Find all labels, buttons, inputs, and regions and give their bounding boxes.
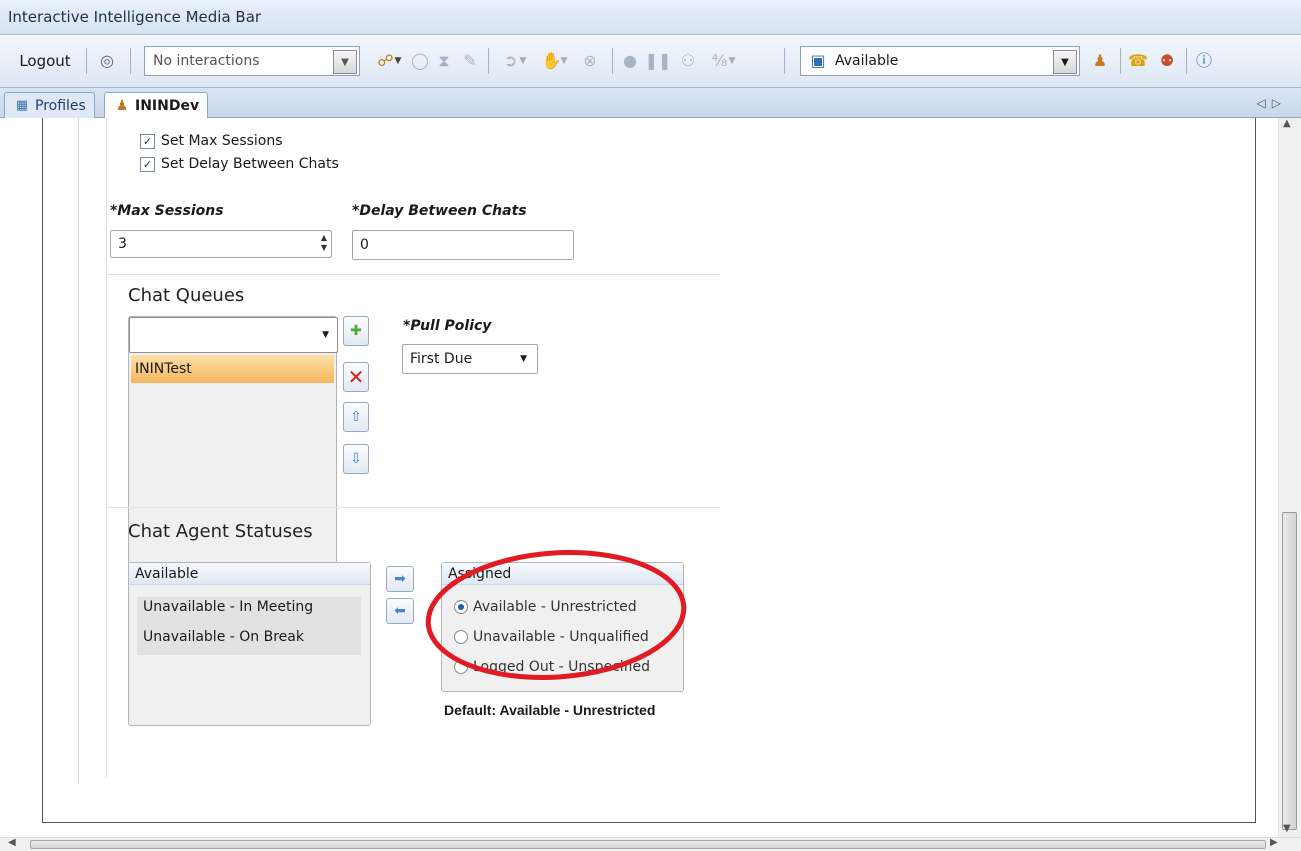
checkmark-icon: ✓	[140, 156, 155, 172]
hourglass-icon[interactable]: ⧗	[432, 46, 456, 76]
section-divider	[107, 274, 720, 275]
checkmark-icon: ✓	[140, 133, 155, 149]
chevron-down-icon[interactable]: ▼	[333, 50, 357, 74]
delete-x-icon: ✕	[347, 365, 365, 389]
agent-statuses-title: Chat Agent Statuses	[128, 521, 313, 542]
pull-policy-label: *Pull Policy	[403, 318, 492, 334]
phone-icon[interactable]: ☎	[1124, 46, 1152, 76]
toolbar-separator	[612, 48, 613, 74]
toolbar-separator	[488, 48, 489, 74]
plus-icon: ✚	[350, 323, 362, 339]
annotation-circle	[425, 550, 687, 680]
toolbar-separator	[86, 48, 87, 74]
queue-combobox[interactable]: ▼	[129, 317, 338, 353]
disconnect-icon[interactable]: ✎	[456, 46, 484, 76]
logout-button[interactable]: Logout	[10, 46, 80, 76]
record-icon[interactable]: ●	[618, 46, 642, 76]
tab-inindev[interactable]: ♟ ININDev	[104, 92, 209, 119]
max-sessions-label: *Max Sessions	[110, 203, 224, 219]
set-delay-checkbox[interactable]: ✓ Set Delay Between Chats	[140, 156, 339, 172]
pause-icon[interactable]: ❚❚	[645, 46, 672, 76]
tab-scroll-arrows[interactable]: ◁▷	[1257, 96, 1287, 110]
toolbar-separator	[1120, 48, 1121, 74]
chat-bubble-icon[interactable]: ◯	[408, 46, 432, 76]
set-max-sessions-checkbox[interactable]: ✓ Set Max Sessions	[140, 133, 283, 149]
scroll-down-icon[interactable]: ▼	[1283, 823, 1291, 834]
section-divider	[107, 507, 720, 508]
directory-icon[interactable]: ⚉	[1152, 46, 1182, 76]
scroll-thumb[interactable]	[1282, 512, 1297, 830]
checkbox-label: Set Max Sessions	[161, 133, 283, 149]
vertical-scrollbar[interactable]: ▲ ▼	[1278, 118, 1301, 837]
add-queue-button[interactable]: ✚	[343, 316, 369, 346]
title-bar: Interactive Intelligence Media Bar	[0, 0, 1301, 35]
hold-hand-icon[interactable]: ✋ ▼	[536, 46, 574, 76]
remove-queue-button[interactable]: ✕	[343, 362, 369, 392]
secure-input-icon[interactable]: ⁴⁄₈ ▼	[704, 46, 742, 76]
pull-policy-dropdown[interactable]: First Due ▼	[402, 344, 538, 374]
toolbar: Logout ◎ No interactions ▼ ☍ ▼ ◯ ⧗ ✎ ➲ ▼ ✋…	[0, 36, 1301, 88]
pull-policy-value: First Due	[410, 351, 473, 367]
scroll-thumb[interactable]	[30, 840, 1266, 849]
unassign-status-button[interactable]: ⬅	[386, 598, 414, 624]
list-item[interactable]: Unavailable - On Break	[143, 629, 304, 645]
max-sessions-spinner[interactable]: 3 ▲ ▼	[110, 230, 332, 258]
chevron-down-icon[interactable]: ▼	[322, 330, 329, 340]
tab-label: Profiles	[35, 97, 86, 114]
grid-icon: ▦	[15, 98, 29, 113]
window-title: Interactive Intelligence Media Bar	[8, 8, 262, 26]
move-up-button[interactable]: ⇧	[343, 402, 369, 432]
chat-queues-title: Chat Queues	[128, 285, 245, 306]
available-statuses-list[interactable]: Available Unavailable - In Meeting Unava…	[128, 562, 371, 726]
arrow-right-icon: ➡	[394, 571, 406, 587]
delay-value: 0	[360, 237, 369, 253]
status-value: Available	[835, 53, 899, 69]
scroll-up-icon[interactable]: ▲	[1283, 118, 1291, 129]
eye-icon[interactable]: ◎	[92, 46, 122, 76]
toolbar-separator	[784, 48, 785, 74]
chevron-down-icon[interactable]: ▼	[520, 354, 527, 364]
delay-label: *Delay Between Chats	[352, 203, 527, 219]
guide-line	[106, 118, 107, 778]
delay-input[interactable]: 0	[352, 230, 574, 260]
tab-profiles[interactable]: ▦ Profiles	[4, 92, 95, 118]
help-icon[interactable]: ⓘ	[1190, 46, 1218, 76]
tab-strip: ▦ Profiles ♟ ININDev ◁▷	[0, 88, 1301, 119]
status-available-icon: ▣	[810, 51, 826, 70]
user-status-icon[interactable]: ♟	[1086, 46, 1114, 76]
available-header: Available	[129, 563, 370, 585]
queue-list[interactable]: ▼ ININTest	[128, 316, 338, 602]
toolbar-separator	[130, 48, 131, 74]
max-sessions-value: 3	[118, 236, 127, 252]
horizontal-scrollbar[interactable]: ◀ ▶	[0, 837, 1301, 851]
default-label: Default:	[444, 702, 497, 718]
transfer-icon[interactable]: ➲ ▼	[494, 46, 534, 76]
interactions-value: No interactions	[153, 53, 260, 69]
scroll-left-icon[interactable]: ◀	[8, 837, 16, 848]
interactions-dropdown[interactable]: No interactions ▼	[144, 46, 360, 76]
default-value: Available - Unrestricted	[499, 702, 656, 718]
arrow-up-icon: ⇧	[350, 409, 362, 425]
user-icon: ♟	[115, 98, 129, 114]
profile-content: ✓ Set Max Sessions ✓ Set Delay Between C…	[0, 118, 1301, 851]
mute-icon[interactable]: ⊗	[576, 46, 604, 76]
assign-status-button[interactable]: ➡	[386, 566, 414, 592]
guide-line	[78, 118, 79, 784]
list-item[interactable]: ININTest	[131, 355, 334, 383]
conference-icon[interactable]: ⚇	[674, 46, 702, 76]
status-dropdown[interactable]: ▣ Available ▼	[800, 46, 1080, 76]
tab-label: ININDev	[135, 98, 200, 114]
spinner-arrows-icon[interactable]: ▲ ▼	[321, 233, 327, 253]
scroll-right-icon[interactable]: ▶	[1270, 837, 1278, 848]
checkbox-label: Set Delay Between Chats	[161, 156, 339, 172]
arrow-left-icon: ⬅	[394, 603, 406, 619]
move-down-button[interactable]: ⇩	[343, 444, 369, 474]
default-status: Default: Available - Unrestricted	[444, 702, 655, 718]
list-item[interactable]: Unavailable - In Meeting	[143, 599, 313, 615]
toolbar-separator	[1186, 48, 1187, 74]
chevron-down-icon[interactable]: ▼	[1053, 50, 1077, 74]
arrow-down-icon: ⇩	[350, 451, 362, 467]
pickup-icon[interactable]: ☍ ▼	[372, 46, 406, 76]
